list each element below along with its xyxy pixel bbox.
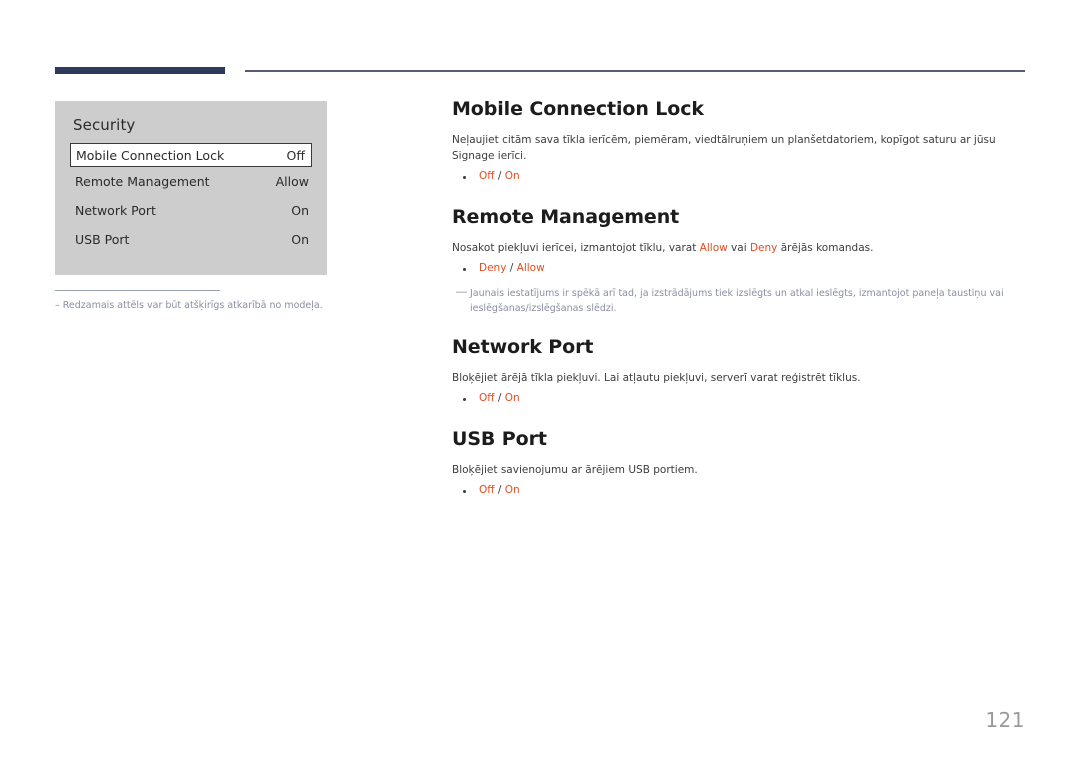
article-section: USB Port Bloķējiet savienojumu ar ārējiem… — [452, 428, 1024, 500]
section-paragraph: Bloķējiet ārējā tīkla piekļuvi. Lai atļa… — [452, 370, 1024, 386]
note-text: Redzamais attēls var būt atšķirīgs atkar… — [62, 300, 323, 311]
device-menu-row-value: On — [291, 232, 309, 247]
article-section: Network Port Bloķējiet ārējā tīkla piekļu… — [452, 336, 1024, 408]
device-menu-row-label: Remote Management — [75, 174, 210, 189]
option-value-second: On — [504, 392, 520, 405]
note-divider — [55, 290, 220, 291]
header-rule — [245, 70, 1025, 72]
option-list-item: Off / On — [452, 482, 1024, 500]
paragraph-text: ārējās komandas. — [777, 241, 874, 254]
paragraph-text: Neļaujiet citām sava tīkla ierīcēm, piem… — [452, 133, 996, 163]
paragraph-text: vai — [727, 241, 750, 254]
device-menu-row-label: Network Port — [75, 203, 156, 218]
section-heading: USB Port — [452, 428, 547, 451]
note-dash: – — [55, 300, 60, 311]
option-value-second: Allow — [516, 262, 545, 275]
paragraph-text: Nosakot piekļuvi ierīcei, izmantojot tīk… — [452, 241, 700, 254]
paragraph-text: Bloķējiet savienojumu ar ārējiem USB por… — [452, 464, 698, 477]
option-separator: / — [494, 392, 505, 405]
paragraph-text: Bloķējiet ārējā tīkla piekļuvi. Lai atļa… — [452, 372, 861, 385]
screenshot-note: – Redzamais attēls var būt atšķirīgs atka… — [55, 299, 345, 313]
option-value-first: Off — [479, 392, 495, 405]
option-value-second: On — [504, 484, 520, 497]
option-list: Off / On — [452, 390, 1024, 408]
option-value-first: Off — [479, 484, 495, 497]
section-heading: Network Port — [452, 336, 594, 359]
option-value-first: Off — [479, 170, 495, 183]
option-value-first: Deny — [479, 262, 507, 275]
option-separator: / — [494, 484, 505, 497]
device-menu-title: Security — [73, 116, 136, 134]
option-separator: / — [506, 262, 517, 275]
device-menu-row-value: Off — [286, 147, 305, 163]
device-menu-row[interactable]: Network Port On — [55, 196, 327, 225]
inline-option-token: Deny — [749, 241, 778, 254]
device-menu-row-value: On — [291, 203, 309, 218]
article-body: Mobile Connection Lock Neļaujiet citām sa… — [452, 98, 1024, 500]
device-menu-row-label: Mobile Connection Lock — [76, 147, 225, 163]
option-list: Deny / Allow — [452, 260, 1024, 278]
option-value-second: On — [504, 170, 520, 183]
section-heading: Remote Management — [452, 206, 680, 229]
option-separator: / — [494, 170, 505, 183]
device-menu-row[interactable]: USB Port On — [55, 225, 327, 254]
option-list-item: Deny / Allow — [452, 260, 1024, 278]
device-screenshot-panel: Security Mobile Connection Lock Off Remote… — [55, 101, 327, 275]
inline-option-token: Allow — [699, 241, 728, 254]
tip-text: Jaunais iestatījums ir spēkā arī tad, ja… — [470, 287, 1004, 314]
section-tip: ― Jaunais iestatījums ir spēkā arī tad, j… — [452, 284, 1024, 316]
option-list-item: Off / On — [452, 390, 1024, 408]
section-paragraph: Neļaujiet citām sava tīkla ierīcēm, piem… — [452, 132, 1024, 165]
section-paragraph: Bloķējiet savienojumu ar ārējiem USB por… — [452, 462, 1024, 478]
page-number: 121 — [985, 708, 1025, 732]
device-menu-row[interactable]: Remote Management Allow — [55, 167, 327, 196]
device-menu-list: Mobile Connection Lock Off Remote Manageme… — [55, 143, 327, 254]
tip-dash-icon: ― — [456, 284, 467, 298]
device-menu-row[interactable]: Mobile Connection Lock Off — [70, 143, 312, 167]
option-list-item: Off / On — [452, 168, 1024, 186]
section-paragraph: Nosakot piekļuvi ierīcei, izmantojot tīk… — [452, 240, 1024, 256]
article-section: Mobile Connection Lock Neļaujiet citām sa… — [452, 98, 1024, 186]
option-list: Off / On — [452, 168, 1024, 186]
option-list: Off / On — [452, 482, 1024, 500]
section-heading: Mobile Connection Lock — [452, 98, 704, 120]
article-section: Remote Management Nosakot piekļuvi ierīce… — [452, 206, 1024, 316]
header-accent-bar — [55, 67, 225, 74]
device-menu-row-value: Allow — [275, 174, 309, 189]
device-menu-row-label: USB Port — [75, 232, 130, 247]
